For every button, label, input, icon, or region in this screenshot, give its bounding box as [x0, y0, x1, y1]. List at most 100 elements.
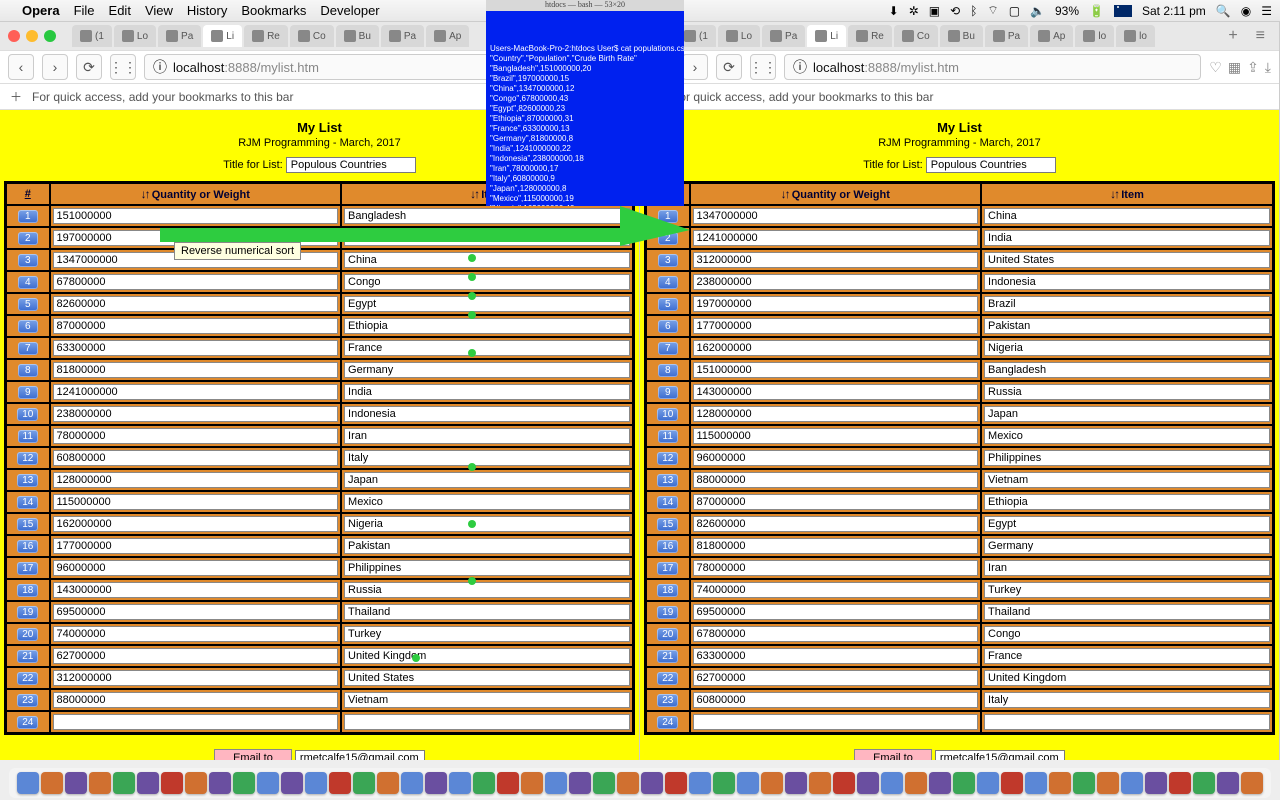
volume-icon[interactable]: 🔈: [1030, 4, 1045, 18]
quantity-input[interactable]: [693, 296, 979, 312]
browser-tab[interactable]: Lo: [114, 25, 156, 47]
list-title-input[interactable]: [926, 157, 1056, 173]
item-input[interactable]: [984, 560, 1270, 576]
dock-app-icon[interactable]: [689, 772, 711, 794]
dock-app-icon[interactable]: [425, 772, 447, 794]
item-input[interactable]: [344, 626, 630, 642]
browser-tab[interactable]: Re: [244, 25, 288, 47]
browser-tab[interactable]: Co: [290, 25, 334, 47]
quantity-input[interactable]: [693, 406, 979, 422]
dock-app-icon[interactable]: [977, 772, 999, 794]
quantity-input[interactable]: [53, 406, 339, 422]
item-input[interactable]: [984, 252, 1270, 268]
browser-tab[interactable]: Ap: [426, 25, 469, 47]
item-input[interactable]: [344, 384, 630, 400]
menu-developer[interactable]: Developer: [320, 3, 379, 18]
back-button[interactable]: ‹: [8, 54, 34, 80]
item-input[interactable]: [984, 494, 1270, 510]
dock-app-icon[interactable]: [641, 772, 663, 794]
quantity-input[interactable]: [53, 538, 339, 554]
dock-app-icon[interactable]: [1073, 772, 1095, 794]
dock-app-icon[interactable]: [521, 772, 543, 794]
browser-tab[interactable]: Li: [807, 25, 846, 47]
dock-app-icon[interactable]: [833, 772, 855, 794]
reload-button[interactable]: ⟳: [76, 54, 102, 80]
quantity-input[interactable]: [53, 648, 339, 664]
quantity-input[interactable]: [53, 450, 339, 466]
item-input[interactable]: [984, 692, 1270, 708]
item-input[interactable]: [344, 692, 630, 708]
dock-app-icon[interactable]: [713, 772, 735, 794]
forward-button[interactable]: ›: [682, 54, 708, 80]
dock-app-icon[interactable]: [497, 772, 519, 794]
dock-app-icon[interactable]: [113, 772, 135, 794]
item-input[interactable]: [984, 450, 1270, 466]
item-input[interactable]: [344, 582, 630, 598]
sort-arrows-icon[interactable]: ↓↑: [781, 187, 789, 201]
item-input[interactable]: [984, 670, 1270, 686]
quantity-input[interactable]: [53, 472, 339, 488]
downloads-icon[interactable]: ⤓: [1265, 59, 1271, 76]
joomla-icon[interactable]: ✲: [909, 4, 919, 18]
reload-button[interactable]: ⟳: [716, 54, 742, 80]
quantity-input[interactable]: [693, 538, 979, 554]
dock-app-icon[interactable]: [1193, 772, 1215, 794]
item-input[interactable]: [984, 538, 1270, 554]
share-icon[interactable]: ⇪: [1247, 59, 1259, 76]
item-input[interactable]: [344, 428, 630, 444]
quantity-input[interactable]: [53, 604, 339, 620]
dock-app-icon[interactable]: [1145, 772, 1167, 794]
speed-dial-button[interactable]: ⋮⋮: [110, 54, 136, 80]
display-icon[interactable]: ▣: [929, 4, 940, 18]
email-input[interactable]: [935, 750, 1065, 760]
dock-app-icon[interactable]: [185, 772, 207, 794]
dock-app-icon[interactable]: [593, 772, 615, 794]
item-input[interactable]: [344, 340, 630, 356]
item-input[interactable]: [984, 604, 1270, 620]
browser-tab[interactable]: lo: [1116, 25, 1155, 47]
item-input[interactable]: [984, 648, 1270, 664]
item-input[interactable]: [344, 296, 630, 312]
item-input[interactable]: [984, 208, 1270, 224]
quantity-input[interactable]: [693, 384, 979, 400]
email-input[interactable]: [295, 750, 425, 760]
menu-file[interactable]: File: [74, 3, 95, 18]
dock-app-icon[interactable]: [881, 772, 903, 794]
quantity-input[interactable]: [53, 274, 339, 290]
dock-app-icon[interactable]: [1121, 772, 1143, 794]
dock-app-icon[interactable]: [257, 772, 279, 794]
wifi-icon[interactable]: ⌔: [987, 3, 998, 18]
quantity-input[interactable]: [53, 296, 339, 312]
tabs-menu-button[interactable]: ≡: [1250, 27, 1271, 45]
quantity-input[interactable]: [53, 362, 339, 378]
browser-tab[interactable]: Pa: [985, 25, 1028, 47]
quantity-input[interactable]: [693, 560, 979, 576]
browser-tab[interactable]: Re: [848, 25, 892, 47]
quantity-input[interactable]: [53, 428, 339, 444]
dock-app-icon[interactable]: [617, 772, 639, 794]
item-input[interactable]: [344, 252, 630, 268]
dock-app-icon[interactable]: [953, 772, 975, 794]
bookmark-heart-icon[interactable]: ♡: [1209, 59, 1222, 76]
terminal-window[interactable]: htdocs — bash — 53×20 Users-MacBook-Pro-…: [486, 0, 684, 206]
quantity-input[interactable]: [693, 252, 979, 268]
blocker-icon[interactable]: ▦: [1228, 59, 1241, 76]
browser-tab[interactable]: Ap: [1030, 25, 1073, 47]
list-title-input[interactable]: [286, 157, 416, 173]
item-input[interactable]: [344, 516, 630, 532]
siri-icon[interactable]: ◉: [1241, 4, 1251, 18]
menu-edit[interactable]: Edit: [109, 3, 131, 18]
dock-app-icon[interactable]: [137, 772, 159, 794]
quantity-input[interactable]: [53, 670, 339, 686]
item-input[interactable]: [344, 472, 630, 488]
dock-app-icon[interactable]: [329, 772, 351, 794]
quantity-input[interactable]: [693, 582, 979, 598]
quantity-input[interactable]: [693, 340, 979, 356]
dock-app-icon[interactable]: [1169, 772, 1191, 794]
item-input[interactable]: [984, 362, 1270, 378]
browser-tab[interactable]: Li: [203, 25, 242, 47]
site-info-icon[interactable]: ⓘ: [793, 57, 807, 77]
quantity-input[interactable]: [693, 604, 979, 620]
dock-app-icon[interactable]: [1097, 772, 1119, 794]
dock-app-icon[interactable]: [377, 772, 399, 794]
